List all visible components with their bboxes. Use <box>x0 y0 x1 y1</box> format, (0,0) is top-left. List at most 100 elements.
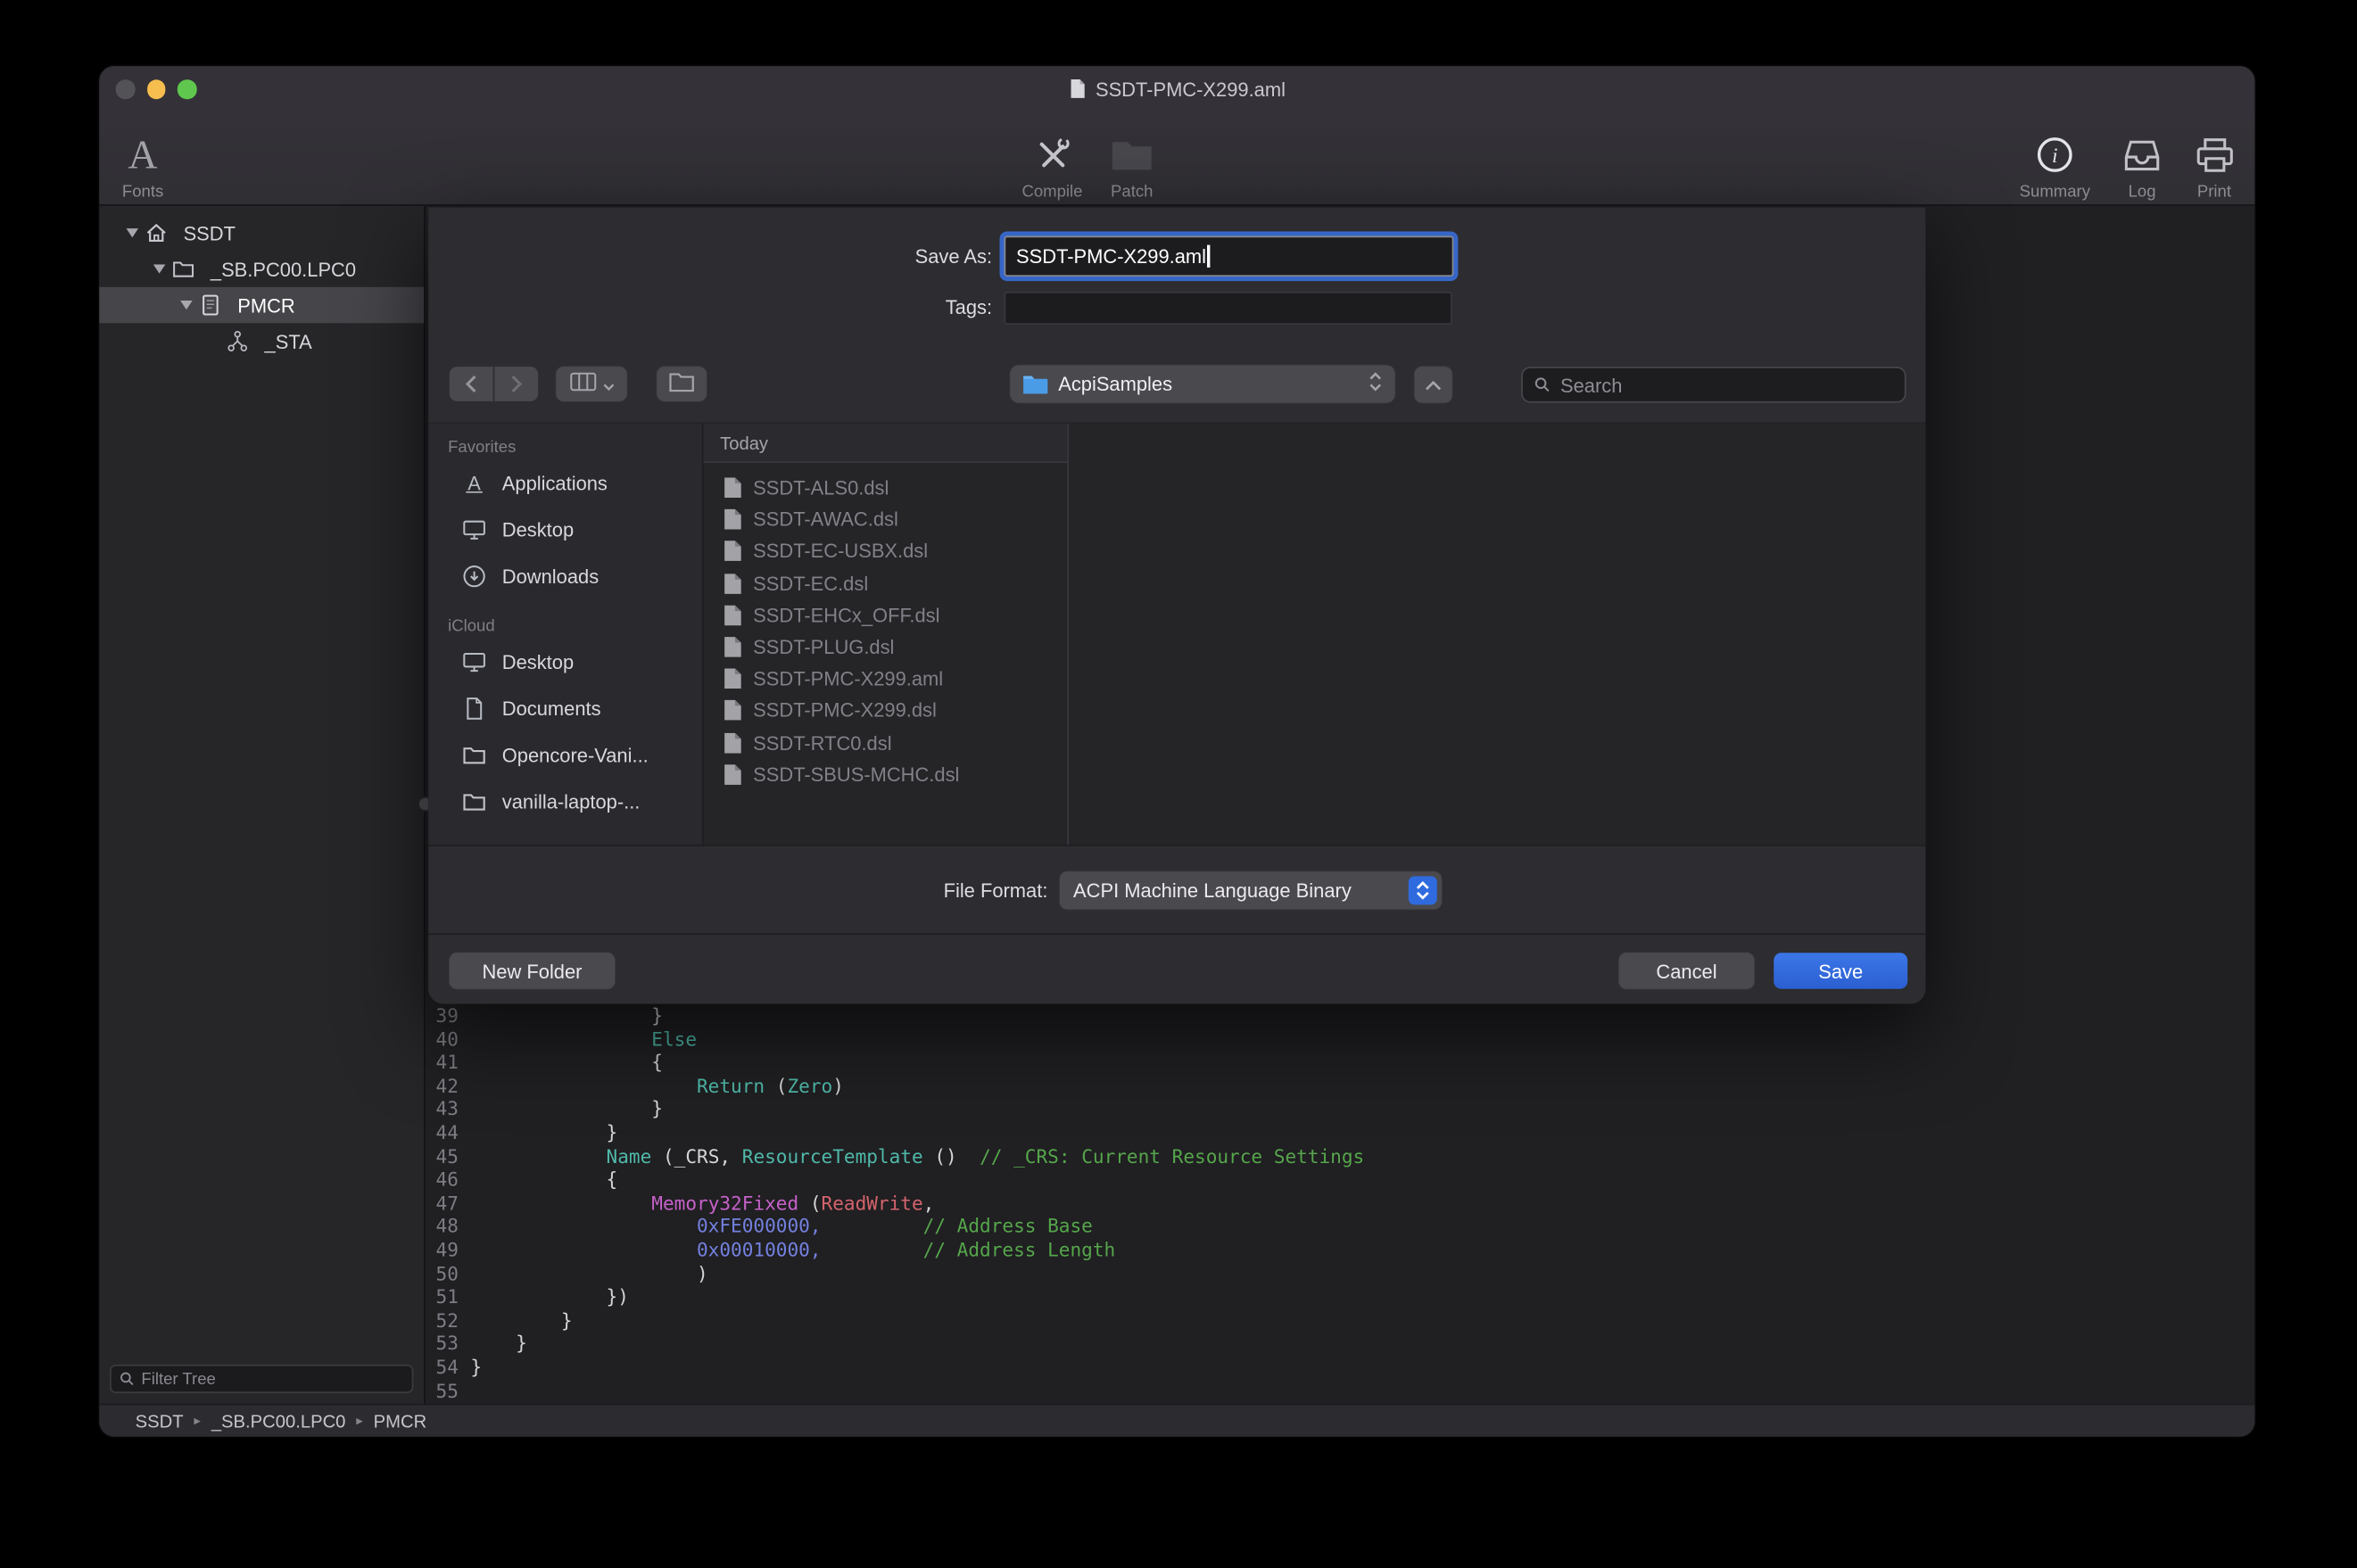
file-item-ssdt-plug-dsl[interactable]: SSDT-PLUG.dsl <box>704 631 1068 664</box>
code-line-47: 47 Memory32Fixed (ReadWrite, <box>426 1192 2255 1215</box>
file-icon <box>723 508 742 531</box>
folder-icon <box>461 789 487 815</box>
toolbar-summary[interactable]: i Summary <box>2006 117 2103 201</box>
file-item-ssdt-ec-dsl[interactable]: SSDT-EC.dsl <box>704 567 1068 599</box>
line-text: { <box>470 1051 663 1074</box>
disclosure-triangle[interactable] <box>120 228 145 237</box>
sidebar-item-label: Documents <box>502 697 601 720</box>
view-mode-button[interactable] <box>556 367 626 401</box>
breadcrumb-item[interactable]: _SB.PC00.LPC0 <box>211 1410 346 1432</box>
sidebar-item-label: Applications <box>502 472 608 494</box>
search-icon <box>119 1371 136 1388</box>
sidebar-item-opencore-vani-[interactable]: Opencore-Vani... <box>428 732 702 779</box>
disclosure-triangle[interactable] <box>174 301 198 309</box>
file-item-ssdt-sbus-mchc-dsl[interactable]: SSDT-SBUS-MCHC.dsl <box>704 758 1068 790</box>
line-number: 39 <box>426 1004 459 1027</box>
disclosure-triangle[interactable] <box>147 265 171 274</box>
tree-item--sb-pc00-lpc0[interactable]: _SB.PC00.LPC0 <box>99 251 424 286</box>
tree-item-label: _SB.PC00.LPC0 <box>211 258 356 280</box>
document-proxy-icon <box>1069 78 1087 100</box>
summary-info-icon: i <box>2035 129 2074 180</box>
folder-action-button[interactable] <box>657 367 707 401</box>
tree-item--sta[interactable]: _STA <box>99 323 424 359</box>
tree-item-label: PMCR <box>237 293 295 316</box>
file-icon <box>723 667 742 689</box>
applications-icon: A <box>461 470 487 496</box>
cancel-button[interactable]: Cancel <box>1619 953 1755 988</box>
toolbar-fonts[interactable]: A Fonts <box>99 117 191 201</box>
line-text: Memory32Fixed (ReadWrite, <box>470 1192 934 1215</box>
toolbar-print[interactable]: Print <box>2166 117 2254 201</box>
line-text: 0x00010000, // Address Length <box>470 1238 1115 1261</box>
breadcrumb-item[interactable]: SSDT <box>136 1410 184 1432</box>
code-line-50: 50 ) <box>426 1262 2255 1285</box>
downloads-icon <box>461 564 487 590</box>
sidebar-item-documents[interactable]: Documents <box>428 685 702 731</box>
file-item-ssdt-als0-dsl[interactable]: SSDT-ALS0.dsl <box>704 472 1068 504</box>
file-item-ssdt-ehcx-off-dsl[interactable]: SSDT-EHCx_OFF.dsl <box>704 599 1068 631</box>
tags-input[interactable] <box>1005 292 1452 325</box>
line-number: 52 <box>426 1308 459 1332</box>
file-icon <box>723 572 742 594</box>
svg-text:i: i <box>2052 144 2058 168</box>
line-number: 42 <box>426 1074 459 1097</box>
code-line-46: 46 { <box>426 1168 2255 1191</box>
filter-tree-field[interactable]: Filter Tree <box>110 1365 413 1393</box>
file-icon <box>723 763 742 786</box>
desktop-icon <box>461 649 487 675</box>
breadcrumb-separator: ▸ <box>194 1413 201 1430</box>
browser-column-1: Today SSDT-ALS0.dslSSDT-AWAC.dslSSDT-EC-… <box>704 424 1069 846</box>
popup-stepper-icon <box>1409 876 1437 904</box>
search-placeholder: Search <box>1560 374 1622 396</box>
method-icon <box>226 329 250 353</box>
log-label: Log <box>2129 184 2156 202</box>
save-dialog: Save As: SSDT-PMC-X299.aml Tags: <box>428 206 1925 1004</box>
back-button[interactable] <box>450 367 493 401</box>
folder-icon <box>461 742 487 768</box>
desktop-icon <box>461 517 487 543</box>
breadcrumb-item[interactable]: PMCR <box>374 1410 427 1432</box>
file-name: SSDT-EC.dsl <box>753 572 868 594</box>
sidebar-item-downloads[interactable]: Downloads <box>428 553 702 599</box>
documents-icon <box>461 696 487 722</box>
save-button[interactable]: Save <box>1774 953 1907 988</box>
line-text: } <box>470 1356 482 1379</box>
line-number: 48 <box>426 1215 459 1238</box>
save-as-label: Save As: <box>428 236 992 276</box>
location-value: AcpiSamples <box>1058 373 1172 395</box>
sidebar-item-desktop[interactable]: Desktop <box>428 507 702 553</box>
search-field[interactable]: Search <box>1521 367 1906 402</box>
line-number: 54 <box>426 1356 459 1379</box>
line-text: { <box>470 1168 617 1191</box>
line-text: Else <box>470 1027 697 1051</box>
file-browser: FavoritesAApplicationsDesktopDownloadsiC… <box>428 422 1925 844</box>
save-as-input[interactable]: SSDT-PMC-X299.aml <box>1005 236 1454 276</box>
sidebar-item-label: Downloads <box>502 565 599 588</box>
group-header-today: Today <box>704 424 1068 463</box>
titlebar[interactable]: SSDT-PMC-X299.aml <box>99 66 2254 111</box>
file-format-value: ACPI Machine Language Binary <box>1073 879 1352 902</box>
sidebar-item-desktop[interactable]: Desktop <box>428 639 702 685</box>
sidebar-section-header: Favorites <box>448 439 702 457</box>
file-item-ssdt-awac-dsl[interactable]: SSDT-AWAC.dsl <box>704 504 1068 536</box>
line-number: 46 <box>426 1168 459 1191</box>
up-button[interactable] <box>1415 367 1452 402</box>
history-nav <box>450 367 538 401</box>
status-bar: SSDT▸_SB.PC00.LPC0▸PMCR <box>99 1404 2254 1437</box>
tree-item-ssdt[interactable]: SSDT <box>99 215 424 251</box>
sidebar-item-vanilla-laptop-[interactable]: vanilla-laptop-... <box>428 779 702 825</box>
sidebar-item-applications[interactable]: A Applications <box>428 460 702 507</box>
updown-chevrons-icon <box>1368 369 1383 398</box>
file-item-ssdt-pmc-x299-aml[interactable]: SSDT-PMC-X299.aml <box>704 663 1068 695</box>
file-item-ssdt-rtc0-dsl[interactable]: SSDT-RTC0.dsl <box>704 727 1068 759</box>
line-number: 55 <box>426 1379 459 1402</box>
file-item-ssdt-ec-usbx-dsl[interactable]: SSDT-EC-USBX.dsl <box>704 535 1068 567</box>
toolbar-patch[interactable]: Patch <box>1084 117 1180 201</box>
file-name: SSDT-PLUG.dsl <box>753 636 894 658</box>
file-item-ssdt-pmc-x299-dsl[interactable]: SSDT-PMC-X299.dsl <box>704 695 1068 727</box>
file-format-popup[interactable]: ACPI Machine Language Binary <box>1060 871 1442 909</box>
tree-item-pmcr[interactable]: PMCR <box>99 287 424 323</box>
new-folder-button[interactable]: New Folder <box>450 953 615 988</box>
forward-button[interactable] <box>494 367 538 401</box>
location-popup[interactable]: AcpiSamples <box>1010 365 1394 402</box>
